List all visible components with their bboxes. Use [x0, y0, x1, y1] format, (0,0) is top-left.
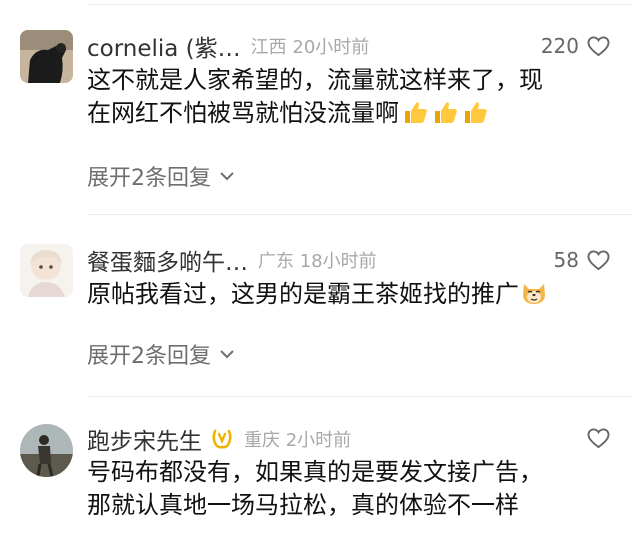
username[interactable]: 餐蛋麵多啲午… [87, 243, 248, 277]
expand-replies-label: 展开2条回复 [87, 166, 211, 191]
avatar[interactable] [20, 244, 73, 297]
avatar[interactable] [20, 424, 73, 477]
expand-replies-label: 展开2条回复 [87, 344, 211, 369]
expand-replies-button[interactable]: 展开2条回复 [87, 160, 235, 192]
like-count: 220 [540, 34, 579, 58]
chevron-down-icon [220, 350, 234, 359]
username[interactable]: 跑步宋先生 [87, 422, 202, 456]
like-count: 58 [553, 248, 579, 272]
location-time: 江西 20小时前 [250, 37, 370, 58]
like-button[interactable]: 58 [554, 248, 610, 272]
comment-text-line: 那就认真地一场马拉松，真的体验不一样 [87, 491, 519, 519]
username[interactable]: cornelia (紫… [87, 29, 241, 63]
heart-icon [587, 35, 610, 56]
expand-replies-button[interactable]: 展开2条回复 [87, 338, 235, 370]
comment-item: 跑步宋先生 重庆 2小时前 号码布都没有，如果真的是要发文接广告， 那就认真地一… [0, 396, 632, 553]
comment-text-line: 在网红不怕被骂就怕没流量啊 [87, 99, 399, 127]
like-button[interactable] [587, 428, 610, 449]
like-button[interactable]: 220 [541, 34, 610, 58]
location-time: 重庆 2小时前 [244, 430, 352, 451]
comment-text-line: 号码布都没有，如果真的是要发文接广告， [87, 458, 543, 486]
comment-text-line: 原帖我看过，这男的是霸王茶姬找的推广 [87, 280, 519, 308]
yellow-laurel-badge-icon [212, 429, 232, 449]
comment-item: 餐蛋麵多啲午… 广东 18小时前 58 原帖我看过，这男的是霸王茶姬找的推广 展… [0, 214, 632, 394]
dog-face-emoji [521, 280, 547, 315]
location-time: 广东 18小时前 [258, 251, 377, 272]
comment-item: cornelia (紫… 江西 20小时前 220 这不就是人家希望的，流量就这… [0, 0, 632, 200]
avatar[interactable] [20, 30, 73, 83]
comment-text-line: 这不就是人家希望的，流量就这样来了，现 [87, 66, 543, 94]
heart-icon [587, 428, 610, 449]
thumbs-up-emoji [401, 99, 491, 134]
chevron-down-icon [220, 172, 234, 181]
heart-icon [587, 249, 610, 270]
